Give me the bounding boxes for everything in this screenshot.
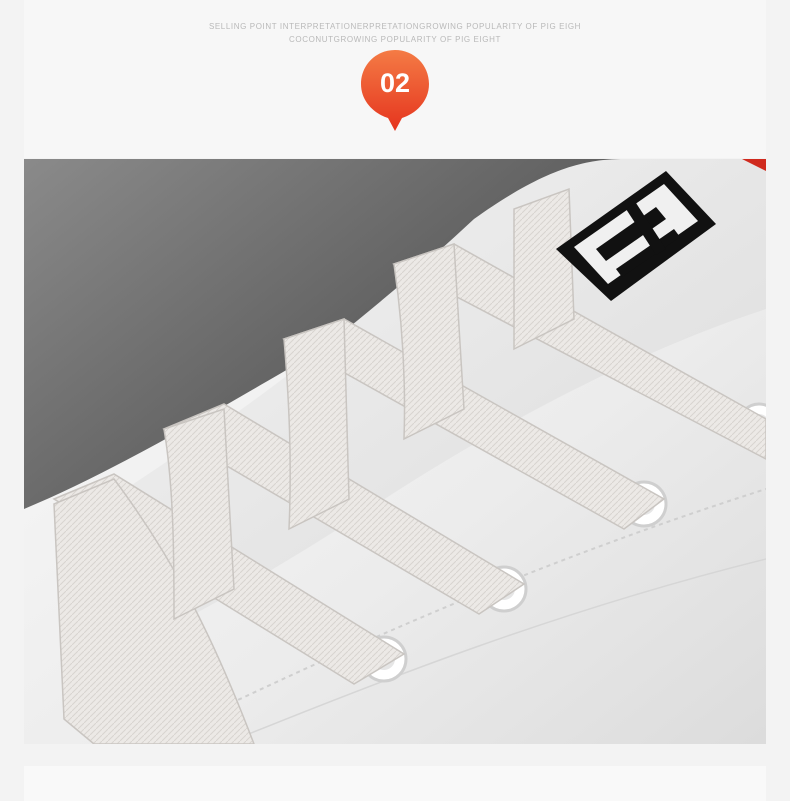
number-badge: 02 [359, 48, 431, 132]
tagline-line-2: COCONUTGROWING POPULARITY OF PIG EIGHT [289, 35, 501, 44]
tagline-line-1: SELLING POINT INTERPRETATIONERPRETATIONG… [208, 22, 582, 31]
sneaker-closeup-image [24, 159, 766, 744]
product-photo [24, 159, 766, 744]
bottom-panel [24, 766, 766, 801]
badge-number: 02 [379, 68, 411, 98]
